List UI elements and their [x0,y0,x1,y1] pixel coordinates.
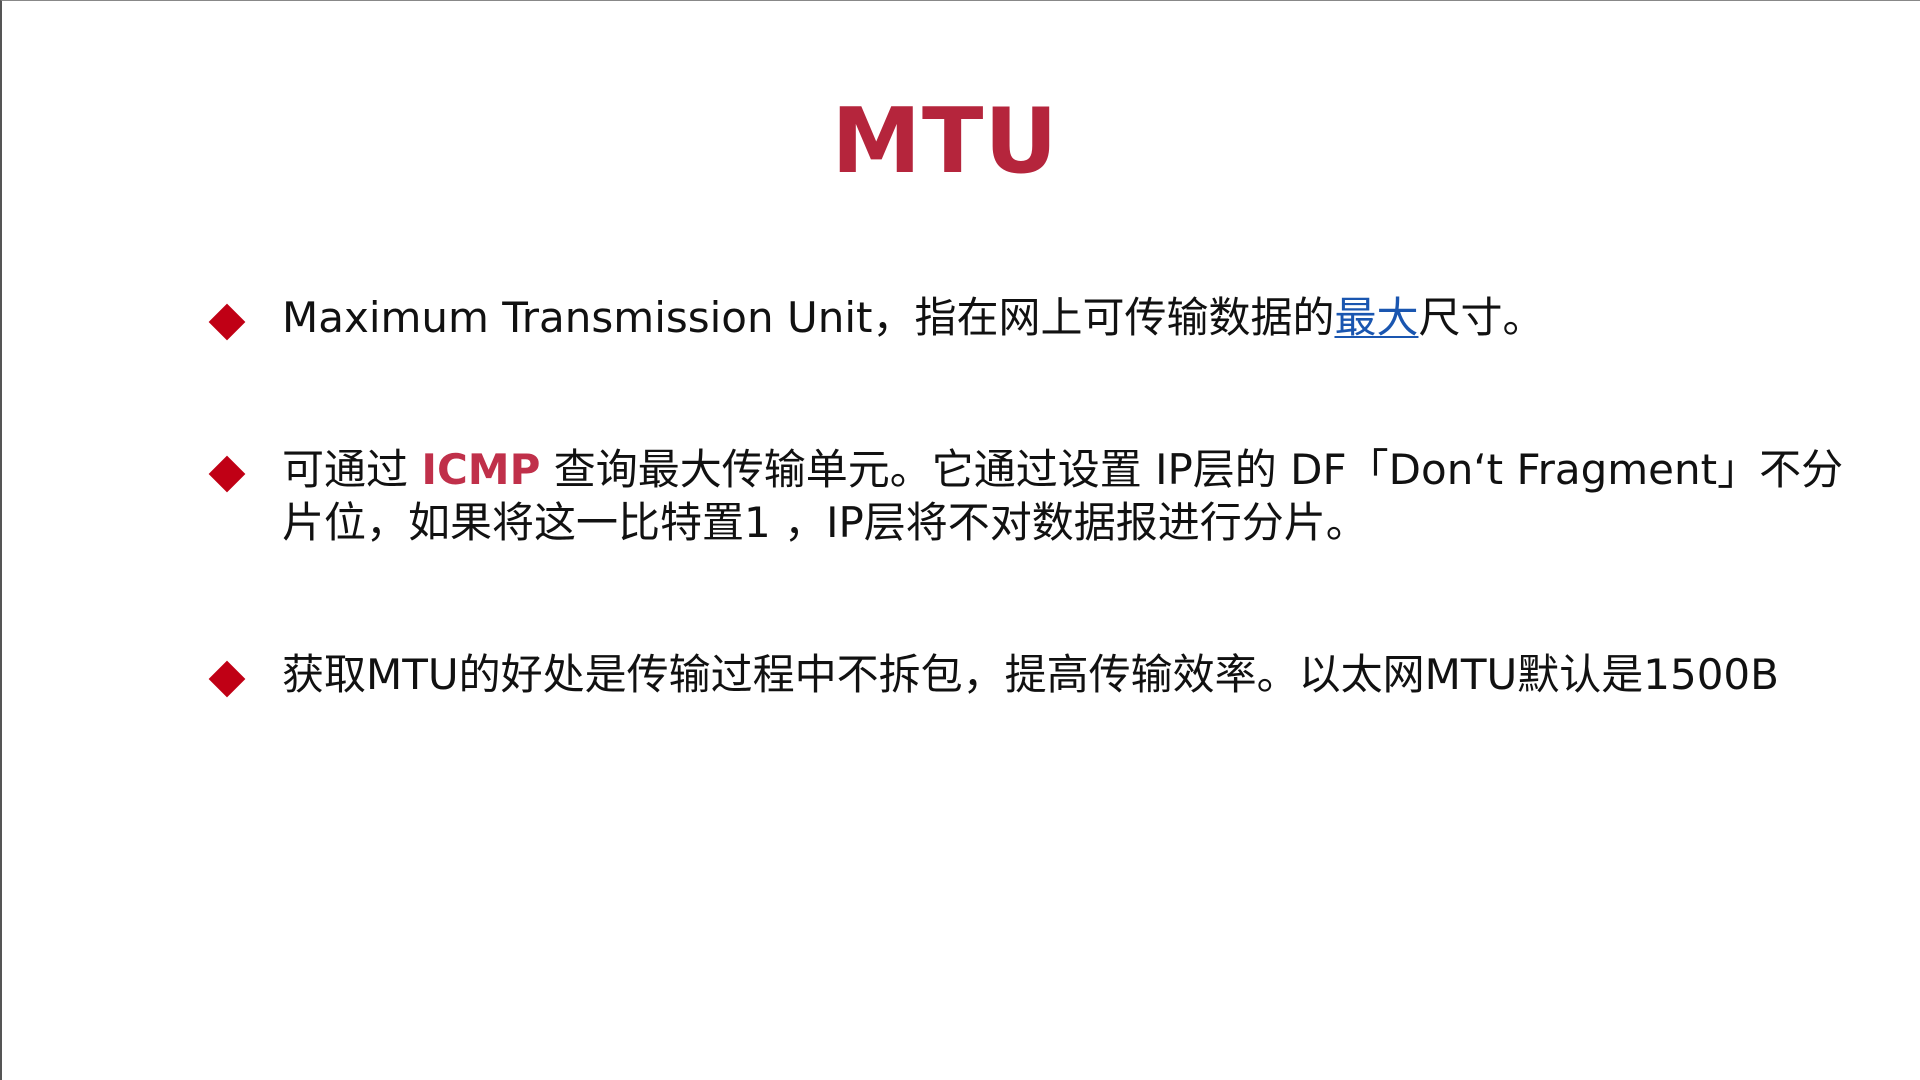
diamond-icon [208,303,246,341]
bullet-1-text-start: Maximum Transmission Unit，指在网上可传输数据的 [282,293,1335,342]
bullet-text-2: 可通过 ICMP 查询最大传输单元。它通过设置 IP层的 DF「Don‘t Fr… [282,443,1882,549]
bullet-2-text-start: 可通过 [282,445,422,494]
bullet-1-text-end: 尺寸。 [1418,293,1545,342]
bullet-list: Maximum Transmission Unit，指在网上可传输数据的最大尺寸… [2,1,1920,1080]
max-size-link[interactable]: 最大 [1334,293,1418,342]
slide: MTU Maximum Transmission Unit，指在网上可传输数据的… [0,0,1920,1080]
diamond-icon [208,660,246,698]
bullet-text-3: 获取MTU的好处是传输过程中不拆包，提高传输效率。以太网MTU默认是1500B [282,650,1779,699]
diamond-icon [208,455,246,493]
bullet-text-1: Maximum Transmission Unit，指在网上可传输数据的最大尺寸… [282,291,1882,344]
icmp-highlight: ICMP [421,445,541,494]
